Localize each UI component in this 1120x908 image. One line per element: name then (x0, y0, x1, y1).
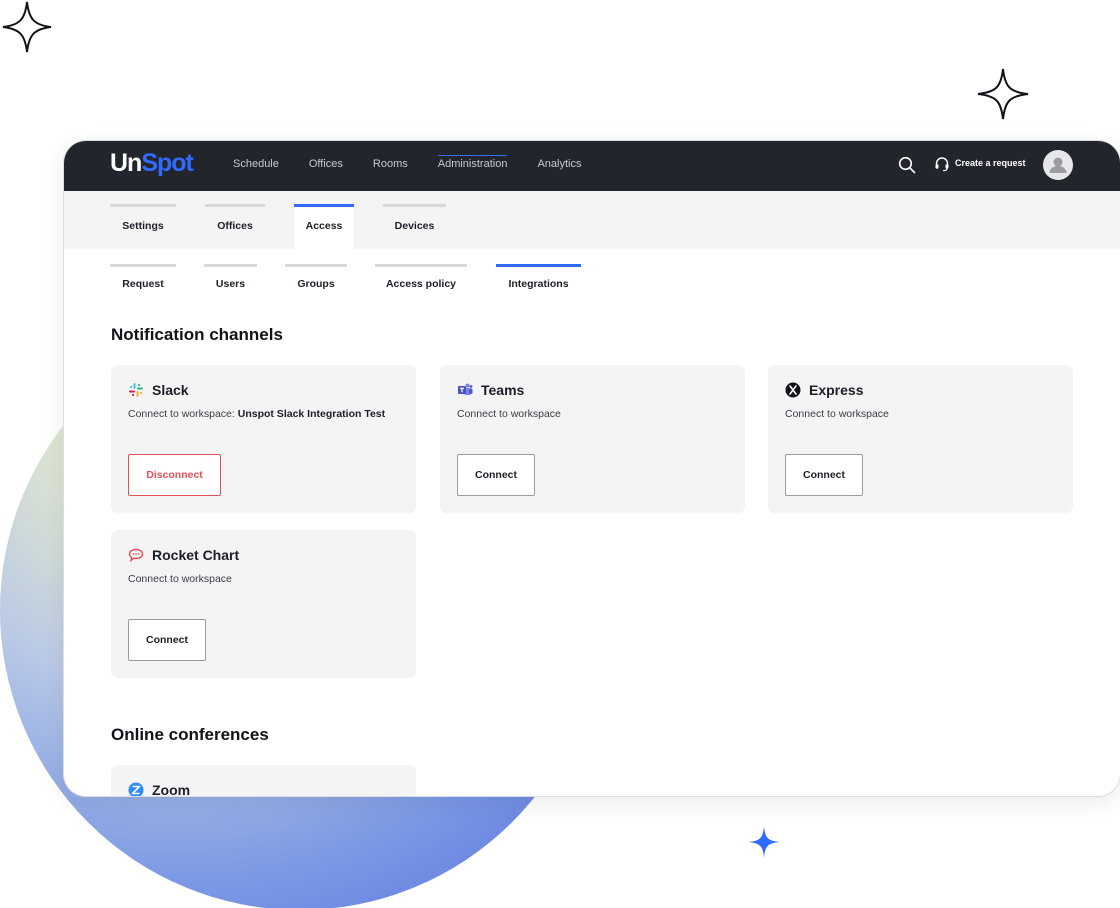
slack-icon (129, 383, 143, 397)
sparkle-icon (977, 68, 1029, 120)
slack-card: Slack Connect to workspace: Unspot Slack… (111, 365, 416, 513)
sparkle-icon (748, 826, 780, 858)
express-card: Express Connect to workspace Connect (768, 365, 1073, 513)
rocket-chat-card: Rocket Chart Connect to workspace Connec… (111, 530, 416, 678)
app-window: UnSpot Schedule Offices Rooms Administra… (64, 141, 1120, 796)
search-icon[interactable] (898, 156, 916, 174)
subtab-access-policy[interactable]: Access policy (375, 264, 467, 294)
subtab-groups[interactable]: Groups (285, 264, 347, 294)
card-description: Connect to workspace (457, 408, 561, 420)
top-navigation-bar: UnSpot Schedule Offices Rooms Administra… (64, 141, 1120, 191)
headset-icon[interactable] (934, 156, 950, 172)
rocket-chat-connect-button[interactable]: Connect (128, 619, 206, 661)
create-request-link[interactable]: Create a request (955, 158, 1026, 168)
card-description-text: Connect to workspace: (128, 408, 238, 420)
logo-part-1: Un (110, 149, 142, 177)
subtab-label: Groups (297, 278, 335, 290)
tab-label: Settings (122, 220, 164, 232)
express-connect-button[interactable]: Connect (785, 454, 863, 496)
main-nav: Schedule Offices Rooms Administration An… (233, 141, 611, 191)
unspot-logo[interactable]: UnSpot (110, 149, 194, 178)
card-title: Zoom (152, 782, 191, 796)
tab-settings[interactable]: Settings (110, 204, 176, 249)
slack-disconnect-button[interactable]: Disconnect (128, 454, 221, 496)
teams-card: Teams Connect to workspace Connect (440, 365, 745, 513)
nav-schedule[interactable]: Schedule (233, 141, 279, 191)
subtab-users[interactable]: Users (204, 264, 257, 294)
card-description: Connect to workspace (128, 573, 232, 585)
user-avatar-icon (1049, 157, 1067, 173)
subtab-label: Users (215, 278, 246, 290)
tab-devices[interactable]: Devices (383, 204, 446, 249)
user-avatar[interactable] (1043, 150, 1073, 180)
express-icon (785, 382, 801, 398)
tab-label: Access (305, 220, 343, 232)
primary-tabs: Settings Offices Access Devices (64, 191, 1120, 249)
card-title: Teams (481, 382, 525, 398)
nav-rooms[interactable]: Rooms (373, 141, 408, 191)
teams-connect-button[interactable]: Connect (457, 454, 535, 496)
rocket-chat-icon (128, 548, 144, 563)
tab-label: Devices (394, 220, 435, 232)
tab-access[interactable]: Access (294, 204, 354, 249)
card-description: Connect to workspace (785, 408, 889, 420)
tab-offices[interactable]: Offices (205, 204, 265, 249)
tab-label: Offices (217, 220, 253, 232)
subtab-label: Request (122, 278, 164, 290)
notification-channels-heading: Notification channels (111, 325, 283, 344)
card-title: Slack (152, 382, 189, 398)
subtab-integrations[interactable]: Integrations (496, 264, 581, 294)
subtab-label: Access policy (385, 278, 457, 290)
subtab-request[interactable]: Request (110, 264, 176, 294)
sparkle-icon (2, 1, 52, 53)
zoom-icon (128, 782, 144, 796)
online-conferences-heading: Online conferences (111, 725, 269, 744)
card-title: Rocket Chart (152, 547, 240, 563)
card-description: Connect to workspace: Unspot Slack Integ… (128, 408, 385, 420)
logo-part-2: Spot (141, 149, 194, 177)
teams-icon (458, 383, 473, 395)
workspace-name: Unspot Slack Integration Test (237, 408, 386, 420)
subtab-label: Integrations (508, 278, 569, 290)
zoom-card: Zoom (111, 765, 416, 796)
nav-administration[interactable]: Administration (437, 141, 507, 191)
nav-analytics[interactable]: Analytics (537, 141, 581, 191)
card-title: Express (809, 382, 864, 398)
nav-offices[interactable]: Offices (309, 141, 343, 191)
